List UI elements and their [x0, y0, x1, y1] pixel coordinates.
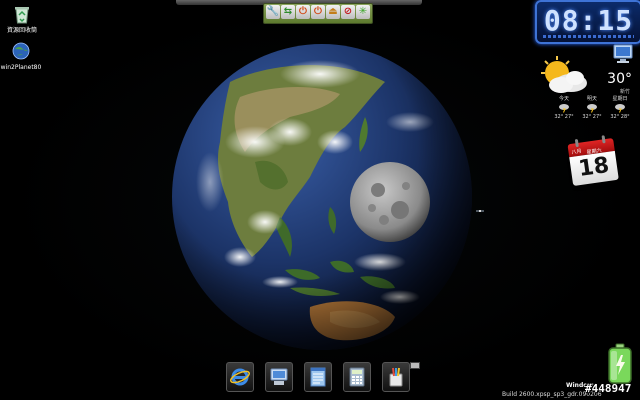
- dock-internet-explorer[interactable]: [226, 362, 254, 392]
- battery-icon[interactable]: [607, 343, 633, 385]
- dock-notepad[interactable]: [304, 362, 332, 392]
- forecast-day-name: 今天: [558, 96, 569, 102]
- toolbar-swap-button[interactable]: ⇆: [281, 5, 295, 19]
- dock-paint[interactable]: [382, 362, 410, 392]
- forecast-day: 星期日 32° 28°: [607, 96, 633, 120]
- stop-icon: ⊘: [343, 6, 353, 17]
- forecast-range: 32° 27°: [554, 114, 574, 120]
- planet-app-icon: [12, 42, 30, 60]
- forecast-range: 32° 27°: [582, 114, 602, 120]
- forecast-day: 明天 32° 27°: [579, 96, 605, 120]
- my-computer-icon: [270, 368, 288, 385]
- calendar-ring: [601, 135, 606, 144]
- calendar-page: 18: [569, 150, 619, 186]
- weather-temperature: 30°: [607, 71, 632, 87]
- calendar-ring: [574, 138, 579, 148]
- internet-explorer-icon: [230, 368, 250, 386]
- toolbar-stop-button[interactable]: ⊘: [341, 5, 355, 19]
- wrench-icon: 🔧: [266, 6, 280, 17]
- forecast-day: 今天 32° 27°: [551, 96, 577, 120]
- weather-widget[interactable]: 30° 新竹 今天 32° 27° 明天 32° 27° 星期日 32° 28°: [535, 55, 638, 127]
- thunderstorm-icon: [587, 104, 597, 113]
- top-toolbar: 🔧 ⇆ ⏻ ⏻ ⏏ ⊘ ✳: [263, 3, 373, 24]
- forecast-day-name: 星期日: [612, 96, 628, 102]
- toolbar-eject-button[interactable]: ⏏: [326, 5, 340, 19]
- clock-seconds-bar: [543, 35, 634, 38]
- toolbar-wrench-button[interactable]: 🔧: [266, 5, 280, 19]
- power-icon: ⏻: [299, 6, 307, 17]
- planet-app-label: win2Planet80: [0, 64, 42, 71]
- clock-time: 08:15: [543, 4, 634, 37]
- power-icon: ⏻: [314, 6, 322, 17]
- weather-location: 新竹: [619, 89, 630, 95]
- weather-forecast: 今天 32° 27° 明天 32° 27° 星期日 32° 28°: [551, 96, 633, 120]
- calculator-icon: [349, 367, 365, 387]
- digital-clock-widget[interactable]: 08:15: [535, 0, 640, 44]
- desktop: 資源回收筒 win2Planet80 🔧 ⇆ ⏻ ⏻ ⏏ ⊘ ✳ 08:15 3…: [0, 0, 640, 400]
- calendar-widget[interactable]: 八月 星期六 18: [567, 134, 619, 188]
- dock-calculator[interactable]: [343, 362, 371, 392]
- sun-cloud-icon: [541, 56, 587, 93]
- planet-app-shortcut[interactable]: win2Planet80: [0, 40, 46, 72]
- thunderstorm-icon: [615, 104, 625, 113]
- satellite-icon: [476, 210, 484, 212]
- toolbar-power-button[interactable]: ⏻: [296, 5, 310, 19]
- calendar-day: 18: [577, 152, 611, 182]
- bottom-dock: [226, 362, 410, 392]
- notepad-icon: [310, 367, 326, 387]
- sun-settings-icon: ✳: [358, 6, 368, 17]
- dock-my-computer[interactable]: [265, 362, 293, 392]
- eject-icon: ⏏: [328, 6, 338, 17]
- forecast-range: 32° 28°: [610, 114, 630, 120]
- swap-icon: ⇆: [283, 6, 293, 17]
- toolbar-sun-settings-button[interactable]: ✳: [356, 5, 370, 19]
- toolbar-power-button[interactable]: ⏻: [311, 5, 325, 19]
- recycle-bin-shortcut[interactable]: 資源回收筒: [0, 3, 44, 35]
- moon: [350, 162, 430, 242]
- dock-collapse-handle[interactable]: [410, 362, 420, 369]
- forecast-day-name: 明天: [586, 96, 597, 102]
- paint-icon: [389, 367, 403, 387]
- recycle-bin-icon: [15, 7, 29, 24]
- recycle-bin-label: 資源回收筒: [6, 27, 37, 34]
- thunderstorm-icon: [559, 104, 569, 113]
